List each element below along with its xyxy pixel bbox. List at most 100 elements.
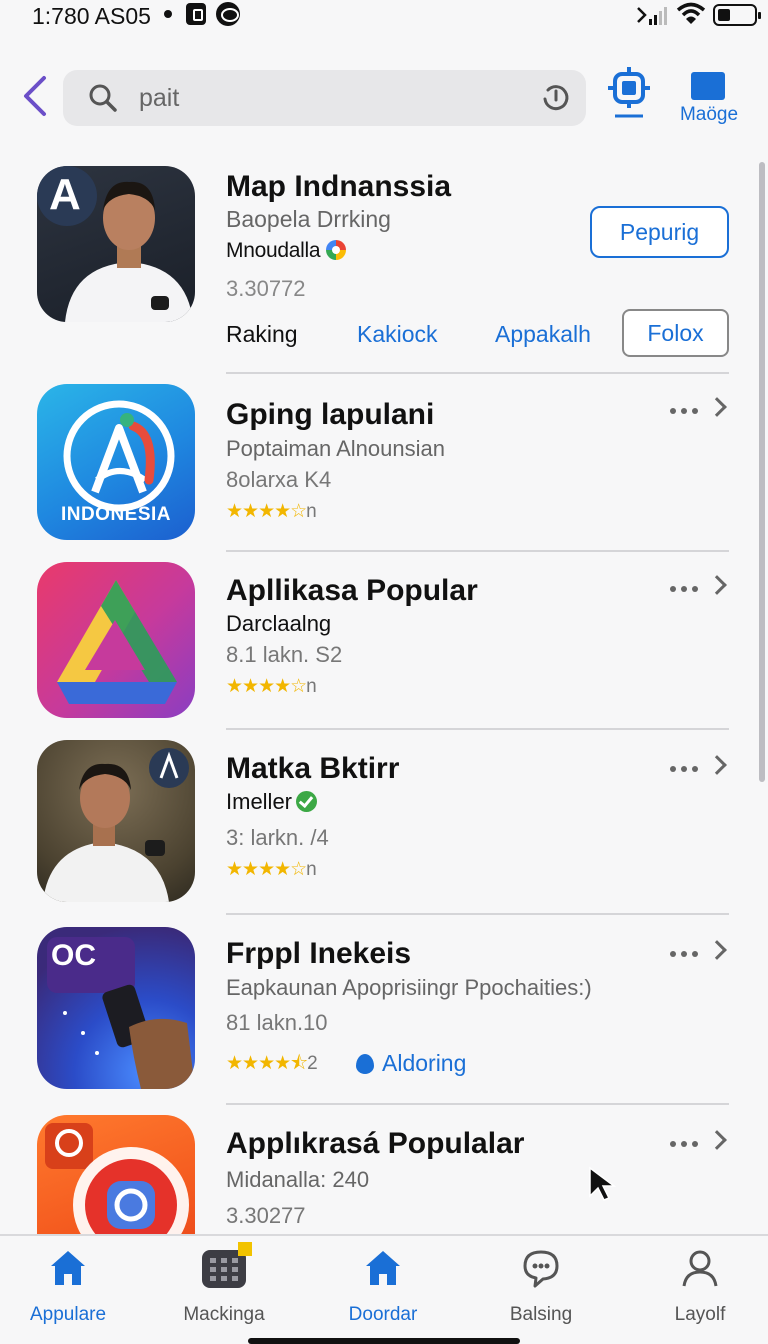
item-title: Frppl Inekeis — [226, 937, 412, 970]
list-item[interactable]: Matka Bktirr Imeller 3: larkn. /4 ★★★★☆n — [0, 740, 768, 906]
tab-raking[interactable]: Raking — [226, 321, 298, 348]
calculator-icon — [202, 1242, 252, 1288]
more-options-button[interactable] — [668, 939, 732, 969]
aldoring-label: Aldoring — [382, 1050, 467, 1076]
item-developer: Imeller — [226, 789, 293, 814]
divider — [226, 372, 729, 374]
chip-settings-button[interactable] — [607, 66, 651, 120]
indonesia-icon: INDONESIA — [37, 384, 195, 540]
list-item[interactable]: INDONESIA Gping lapulani Poptaiman Alnou… — [0, 384, 768, 544]
item-meta: 8olarxa K4 — [226, 467, 332, 492]
search-bar[interactable] — [63, 70, 586, 126]
manage-button[interactable]: Maöge — [672, 70, 746, 130]
divider — [226, 728, 729, 730]
camera-logo-icon — [45, 1123, 189, 1235]
tab-kakiock[interactable]: Kakiock — [357, 321, 438, 348]
google-icon — [326, 240, 347, 260]
divider — [226, 913, 729, 915]
rating-tail: n — [306, 859, 317, 880]
chevron-right-icon — [707, 397, 727, 417]
chat-bubble-icon — [523, 1250, 559, 1288]
follow-button[interactable]: Folox — [622, 309, 729, 357]
list-item[interactable]: Applıkrasá Populalar Midanalla: 240 3.30… — [0, 1115, 768, 1235]
tab-appakalh[interactable]: Appakalh — [495, 321, 591, 348]
item-meta: 3.30277 — [226, 1203, 306, 1228]
search-input[interactable] — [139, 78, 519, 118]
history-icon[interactable] — [540, 82, 572, 114]
nav-balsing[interactable]: Balsing — [481, 1248, 601, 1328]
aldoring-link[interactable]: Aldoring — [356, 1050, 466, 1077]
item-subtitle: Eapkaunan Apoprisiingr Ppochaities:) — [226, 975, 592, 1000]
nav-doordar[interactable]: Doordar — [323, 1248, 443, 1328]
rating-stars: ★★★★☆n — [226, 500, 317, 523]
status-time: 1:780 AS05 — [32, 3, 151, 29]
item-title: Matka Bktirr — [226, 752, 400, 785]
featured-subtitle: Baopela Drrking — [226, 206, 391, 232]
nav-layolf[interactable]: Layolf — [640, 1248, 760, 1328]
chevron-right-icon — [707, 755, 727, 775]
item-subtitle: Poptaiman Alnounsian — [226, 436, 445, 461]
more-options-button[interactable] — [668, 396, 732, 426]
nav-label: Appulare — [29, 1304, 107, 1325]
status-bar: 1:780 AS05 — [0, 0, 768, 34]
triangle-logo-icon — [57, 580, 177, 704]
notification-app-icon — [186, 3, 206, 25]
list-item[interactable]: Apllikasa Popular Darclaalng 8.1 lakn. S… — [0, 562, 768, 722]
rating-stars: ★★★★⯪2 — [226, 1049, 318, 1081]
person-icon — [682, 1250, 718, 1287]
more-options-button[interactable] — [668, 754, 732, 784]
chevron-right-icon — [707, 575, 727, 595]
phone-hand-icon: OC — [37, 927, 195, 1089]
rating-stars: ★★★★☆n — [226, 675, 317, 698]
item-subtitle: Darclaalng — [226, 611, 332, 636]
item-title: Gping lapulani — [226, 398, 435, 431]
star-glyphs: ★★★★⯪ — [226, 1053, 308, 1074]
featured-action-button[interactable]: Pepurig — [590, 206, 729, 258]
star-glyphs: ★★★★☆ — [226, 859, 307, 880]
item-meta: 3: larkn. /4 — [226, 825, 329, 850]
chevron-right-icon — [707, 1130, 727, 1150]
mouse-cursor-icon — [589, 1166, 617, 1201]
rating-tail: n — [306, 676, 317, 697]
battery-icon — [713, 4, 761, 26]
nav-mackinga[interactable]: Mackinga — [164, 1242, 284, 1328]
person-icon — [65, 181, 193, 322]
rating-tail: 2 — [307, 1053, 318, 1074]
manage-label: Maöge — [679, 104, 739, 125]
nav-label: Mackinga — [183, 1304, 265, 1325]
nav-label: Balsing — [509, 1304, 573, 1325]
home-icon — [366, 1251, 400, 1285]
item-meta: 8.1 lakn. S2 — [226, 642, 343, 667]
search-icon — [89, 84, 117, 112]
nav-label: Doordar — [348, 1304, 418, 1325]
ellipsis-icon — [670, 586, 700, 592]
more-options-button[interactable] — [668, 574, 732, 604]
ellipsis-icon — [670, 408, 700, 414]
item-subtitle: Imeller — [226, 789, 318, 815]
ellipsis-icon — [670, 1141, 700, 1147]
triangle-icon — [37, 562, 195, 718]
featured-tabs: Raking Kakiock Appakalh Folox — [226, 309, 729, 361]
camera-app-icon — [37, 1115, 195, 1235]
featured-app-icon[interactable]: A — [37, 166, 195, 322]
flame-icon — [356, 1054, 374, 1074]
rating-tail: n — [306, 501, 317, 522]
list-item[interactable]: OC Frppl Inekeis Eapkaunan Apoprisiingr … — [0, 927, 768, 1091]
person-portrait-icon — [43, 748, 189, 902]
nav-appulare[interactable]: Appulare — [8, 1248, 128, 1328]
notification-icon — [216, 2, 240, 26]
verified-check-icon — [296, 791, 318, 812]
back-button[interactable] — [18, 74, 52, 118]
item-meta: 81 lakn.10 — [226, 1010, 328, 1035]
star-glyphs: ★★★★☆ — [226, 676, 307, 697]
chip-icon — [608, 67, 650, 118]
featured-developer-name: Mnoudalla — [226, 239, 321, 262]
scrollbar[interactable] — [759, 162, 765, 782]
person-icon — [37, 740, 195, 902]
featured-title[interactable]: Map Indnanssia — [226, 170, 451, 204]
star-glyphs: ★★★★☆ — [226, 501, 307, 522]
home-indicator — [248, 1338, 520, 1344]
ellipsis-icon — [670, 766, 700, 772]
chevron-left-icon — [24, 76, 46, 116]
more-options-button[interactable] — [668, 1129, 732, 1159]
